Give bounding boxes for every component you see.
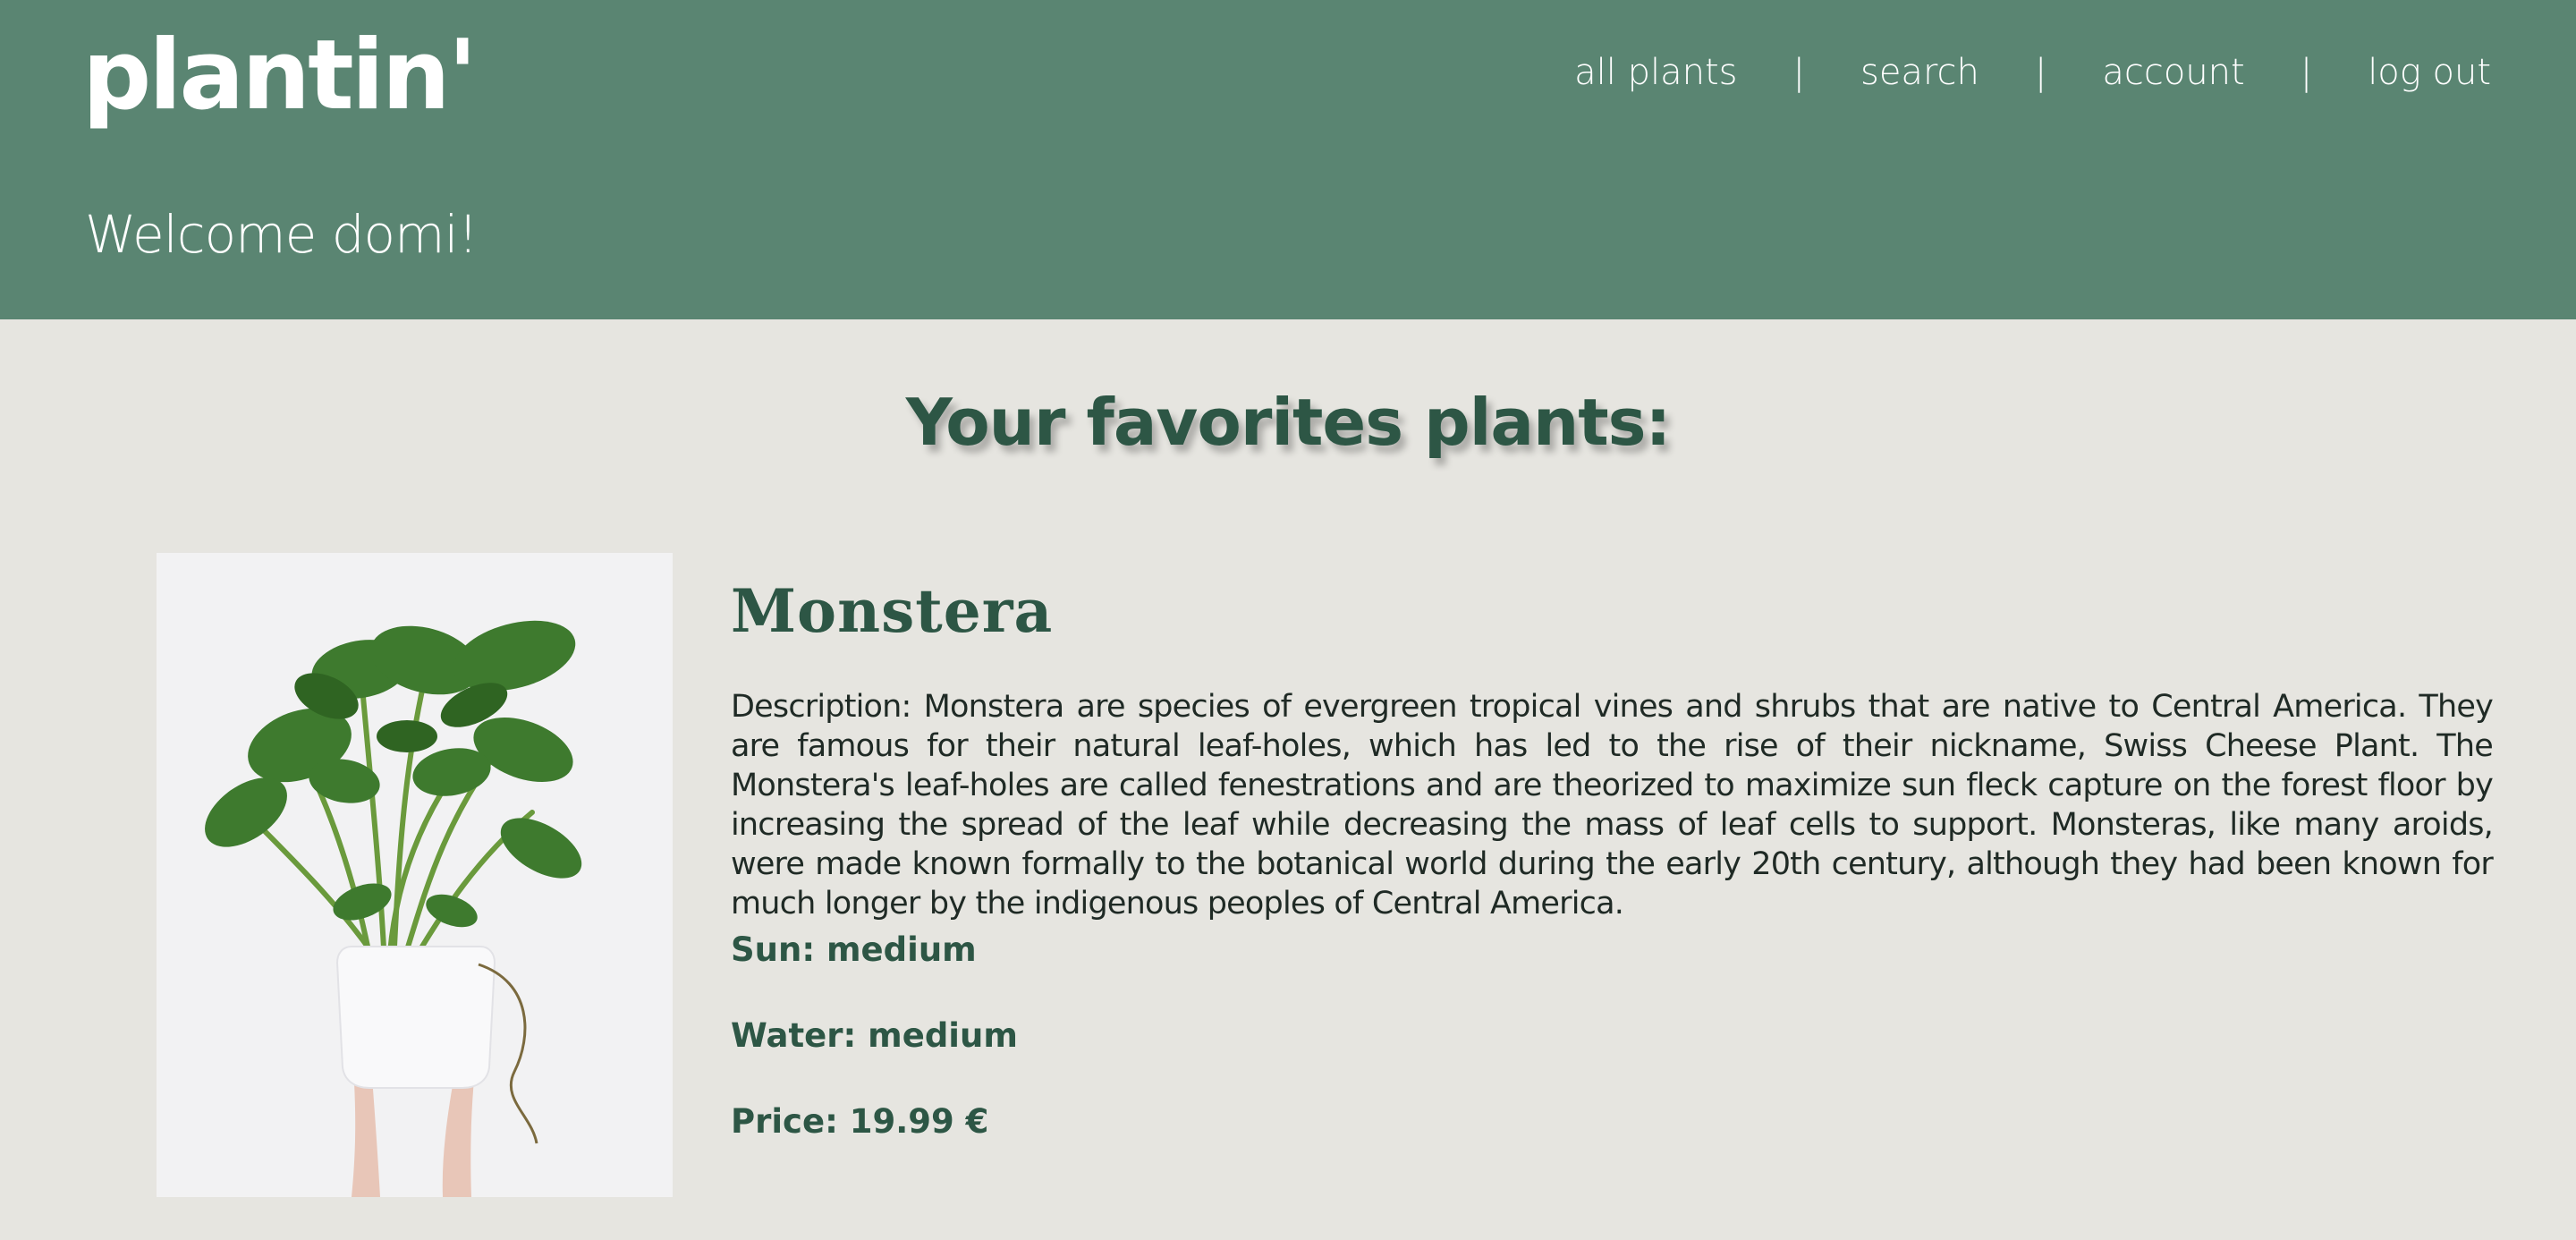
nav-account-link[interactable]: account [2102, 52, 2244, 93]
welcome-message: Welcome domi! [85, 204, 479, 265]
plant-sun-requirement: Sun: medium [731, 930, 977, 969]
favorite-plant-card: Monstera Description: Monstera are speci… [157, 553, 2494, 1197]
plant-price: Price: 19.99 € [731, 1102, 989, 1141]
plant-name[interactable]: Monstera [731, 576, 1053, 647]
nav-separator: | [2034, 52, 2047, 93]
nav-log-out-link[interactable]: log out [2368, 52, 2491, 93]
nav-all-plants-link[interactable]: all plants [1574, 52, 1737, 93]
plant-image [157, 553, 673, 1197]
plant-description: Description: Monstera are species of eve… [731, 689, 2494, 922]
nav-search-link[interactable]: search [1860, 52, 1979, 93]
favorites-title: Your favorites plants: [905, 385, 1672, 460]
nav-separator: | [2300, 52, 2313, 93]
main-nav: all plants | search | account | log out [1574, 52, 2491, 93]
plant-water-requirement: Water: medium [731, 1016, 1018, 1055]
site-logo[interactable]: plantin' [82, 18, 478, 134]
site-header: plantin' all plants | search | account |… [0, 0, 2576, 319]
nav-separator: | [1792, 52, 1805, 93]
